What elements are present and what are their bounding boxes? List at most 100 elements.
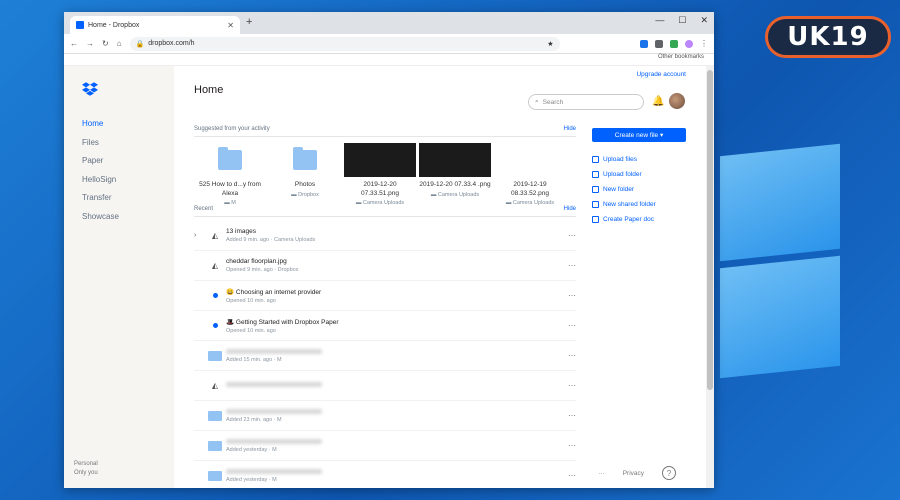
- address-bar-row: ← → ↻ ⌂ 🔒 dropbox.com/h ★ ⋮: [64, 34, 714, 54]
- scrollbar-thumb[interactable]: [707, 70, 713, 390]
- action-label: Create Paper doc: [603, 216, 654, 223]
- upgrade-link[interactable]: Upgrade account: [636, 71, 686, 78]
- table-row[interactable]: Added yesterday · M ···: [194, 461, 576, 488]
- action-upload-folder[interactable]: Upload folder: [592, 167, 686, 182]
- more-options-icon[interactable]: ···: [562, 441, 576, 450]
- suggested-card[interactable]: 2019-12-19 08.33.52.png ▬ Camera Uploads: [494, 143, 566, 206]
- action-label: Upload folder: [603, 171, 642, 178]
- table-row[interactable]: 😀 Choosing an internet provider Opened 10…: [194, 281, 576, 311]
- action-new-shared-folder[interactable]: New shared folder: [592, 197, 686, 212]
- browser-tab[interactable]: Home - Dropbox ✕: [70, 16, 240, 34]
- action-new-folder[interactable]: New folder: [592, 182, 686, 197]
- more-options-icon[interactable]: ···: [562, 321, 576, 330]
- tab-bar: Home - Dropbox ✕ + — ☐ ✕: [64, 12, 714, 34]
- suggested-card[interactable]: Photos ▬ Dropbox: [269, 143, 341, 206]
- dropbox-logo-icon[interactable]: [82, 82, 98, 96]
- hide-suggested-button[interactable]: Hide: [564, 126, 576, 132]
- hide-recent-button[interactable]: Hide: [564, 206, 576, 212]
- browser-window: Home - Dropbox ✕ + — ☐ ✕ ← → ↻ ⌂ 🔒 dropb…: [64, 12, 714, 488]
- folder-icon: [293, 147, 317, 170]
- row-meta: Opened 9 min. ago · Dropbox: [226, 267, 299, 273]
- suggested-title: Suggested from your activity: [194, 126, 270, 132]
- action-create-paper-doc[interactable]: Create Paper doc: [592, 212, 686, 227]
- extension-icon[interactable]: [655, 39, 663, 48]
- forward-icon[interactable]: →: [86, 39, 94, 48]
- card-name: Photos: [294, 181, 316, 188]
- suggested-card[interactable]: 525 How to d...y from Alexa ▬ M: [194, 143, 266, 206]
- help-icon[interactable]: ?: [662, 466, 676, 480]
- card-name: 2019-12-20 07.33.4 .png: [419, 181, 491, 188]
- minimize-icon[interactable]: —: [655, 15, 664, 26]
- bookmark-star-icon[interactable]: ★: [547, 40, 553, 48]
- sidebar-item-files[interactable]: Files: [82, 134, 174, 153]
- search-input[interactable]: ⌕ Search: [528, 94, 644, 110]
- privacy-link[interactable]: Privacy: [623, 470, 644, 477]
- other-bookmarks[interactable]: Other bookmarks: [658, 54, 704, 60]
- actions-panel: Create new file ▾ Upload files Upload fol…: [592, 128, 686, 227]
- suggested-header: Suggested from your activity Hide: [194, 126, 576, 132]
- action-label: New folder: [603, 186, 635, 193]
- table-row[interactable]: › ◭ 13 images Added 9 min. ago · Camera Upl…: [194, 221, 576, 251]
- url-input[interactable]: 🔒 dropbox.com/h ★: [129, 36, 560, 51]
- more-footer-icon[interactable]: ···: [598, 470, 605, 477]
- more-options-icon[interactable]: ···: [562, 411, 576, 420]
- new-tab-icon[interactable]: +: [246, 16, 252, 28]
- more-options-icon[interactable]: ···: [562, 231, 576, 240]
- search-placeholder: Search: [542, 98, 564, 106]
- more-options-icon[interactable]: ···: [562, 471, 576, 480]
- row-name: 🎩 Getting Started with Dropbox Paper: [226, 318, 339, 326]
- home-icon[interactable]: ⌂: [117, 39, 122, 48]
- bell-icon[interactable]: 🔔: [652, 96, 664, 107]
- card-name: 525 How to d...y from Alexa: [199, 181, 261, 197]
- card-location: ▬ Dropbox: [291, 191, 319, 198]
- create-new-file-button[interactable]: Create new file ▾: [592, 128, 686, 142]
- row-meta: Added 9 min. ago · Camera Uploads: [226, 237, 316, 243]
- more-options-icon[interactable]: ···: [562, 261, 576, 270]
- suggested-card[interactable]: 2019-12-20 07.33.51.png ▬ Camera Uploads: [344, 143, 416, 206]
- action-icon: [592, 186, 599, 193]
- url-text: dropbox.com/h: [148, 40, 195, 47]
- row-text: Added 15 min. ago · M: [226, 348, 562, 363]
- extension-icon[interactable]: [640, 39, 648, 48]
- more-options-icon[interactable]: ···: [562, 381, 576, 390]
- card-name: 2019-12-20 07.33.51.png: [361, 181, 399, 197]
- extension-icon[interactable]: [670, 39, 678, 48]
- sidebar-item-paper[interactable]: Paper: [82, 152, 174, 171]
- sidebar-item-hellosign[interactable]: HelloSign: [82, 171, 174, 190]
- table-row[interactable]: Added 15 min. ago · M ···: [194, 341, 576, 371]
- suggested-card[interactable]: 2019-12-20 07.33.4 .png ▬ Camera Uploads: [419, 143, 491, 206]
- table-row[interactable]: ◭ ···: [194, 371, 576, 401]
- paper-doc-icon: [204, 293, 226, 298]
- folder-icon: [204, 350, 226, 361]
- folder-icon: [204, 470, 226, 481]
- reload-icon[interactable]: ↻: [102, 39, 109, 48]
- expand-chevron-icon[interactable]: ›: [194, 232, 204, 239]
- row-text: Added 23 min. ago · M: [226, 408, 562, 423]
- profile-icon[interactable]: [685, 39, 693, 48]
- account-type: Personal: [74, 461, 98, 467]
- close-tab-icon[interactable]: ✕: [227, 21, 234, 30]
- account-switcher[interactable]: Personal Only you: [74, 460, 98, 478]
- table-row[interactable]: Added yesterday · M ···: [194, 431, 576, 461]
- table-row[interactable]: ◭ cheddar floorplan.jpg Opened 9 min. ago …: [194, 251, 576, 281]
- table-row[interactable]: Added 23 min. ago · M ···: [194, 401, 576, 431]
- more-options-icon[interactable]: ···: [562, 351, 576, 360]
- maximize-icon[interactable]: ☐: [678, 15, 686, 26]
- action-icon: [592, 201, 599, 208]
- row-text: cheddar floorplan.jpg Opened 9 min. ago ·…: [226, 258, 562, 273]
- table-row[interactable]: 🎩 Getting Started with Dropbox Paper Open…: [194, 311, 576, 341]
- menu-icon[interactable]: ⋮: [700, 39, 708, 48]
- action-icon: [592, 156, 599, 163]
- sidebar-item-transfer[interactable]: Transfer: [82, 189, 174, 208]
- sidebar-item-home[interactable]: Home: [82, 115, 174, 134]
- more-options-icon[interactable]: ···: [562, 291, 576, 300]
- row-name: cheddar floorplan.jpg: [226, 258, 287, 265]
- row-meta: Opened 10 min. ago: [226, 297, 276, 304]
- sidebar-item-showcase[interactable]: Showcase: [82, 208, 174, 227]
- action-upload-files[interactable]: Upload files: [592, 152, 686, 167]
- search-icon: ⌕: [535, 98, 539, 105]
- back-icon[interactable]: ←: [70, 39, 78, 48]
- avatar[interactable]: [669, 93, 685, 109]
- close-window-icon[interactable]: ✕: [700, 15, 708, 26]
- row-text: Added yesterday · M: [226, 438, 562, 453]
